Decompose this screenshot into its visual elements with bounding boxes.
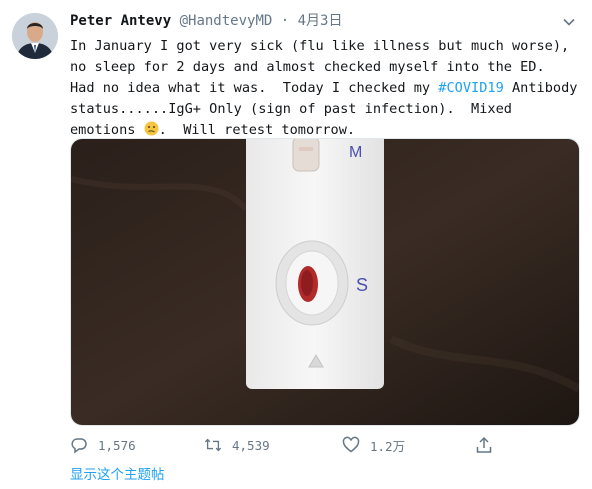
tweet-date[interactable]: 4月3日 [298, 13, 343, 29]
user-handle[interactable]: @HandtevyMD [180, 13, 273, 29]
avatar[interactable] [12, 13, 58, 59]
confused-face-emoji-icon [144, 121, 159, 136]
retweet-button[interactable]: 4,539 [204, 434, 270, 456]
tweet-header: Peter Antevy @HandtevyMD · 4月3日 [70, 11, 342, 31]
share-icon [476, 436, 492, 453]
reply-icon [71, 438, 87, 454]
chevron-down-icon[interactable] [562, 14, 576, 28]
tweet-text-part: . Will retest tomorrow. [158, 122, 356, 138]
share-button[interactable] [475, 434, 493, 456]
photo-label-m: M [349, 144, 362, 161]
tweet-actions: 1,576 4,539 1.2万 [70, 434, 570, 456]
profile-photo [12, 13, 58, 59]
display-name[interactable]: Peter Antevy [70, 13, 171, 29]
heart-icon [342, 436, 360, 453]
like-count: 1.2万 [370, 438, 406, 454]
photo-label-s: S [356, 275, 368, 295]
reply-count: 1,576 [98, 437, 136, 453]
hashtag-link[interactable]: #COVID19 [438, 80, 503, 96]
show-thread-link[interactable]: 显示这个主题帖 [70, 463, 165, 483]
tweet-photo[interactable]: M S [70, 138, 580, 426]
tweet-text: In January I got very sick (flu like ill… [70, 36, 580, 141]
like-button[interactable]: 1.2万 [342, 434, 405, 456]
antibody-test-photo: M S [71, 139, 579, 425]
retweet-icon [204, 438, 222, 452]
separator-dot: · [280, 13, 290, 29]
retweet-count: 4,539 [232, 437, 270, 453]
reply-button[interactable]: 1,576 [70, 434, 136, 456]
